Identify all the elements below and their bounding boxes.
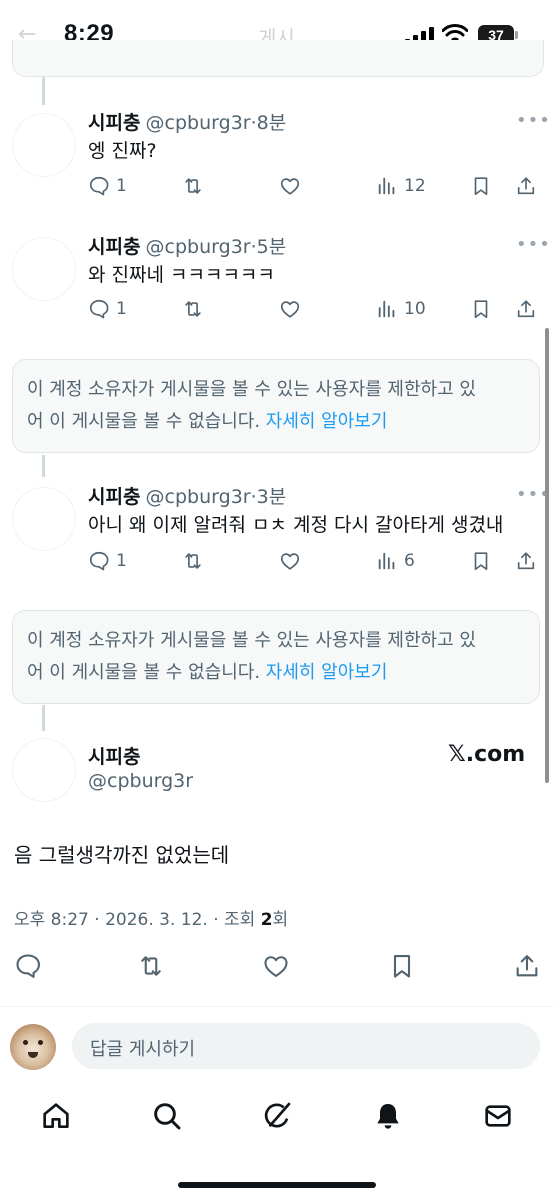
home-indicator[interactable] — [178, 1182, 376, 1188]
messages-icon[interactable] — [482, 1100, 514, 1132]
like-button[interactable] — [279, 175, 301, 197]
divider — [0, 1006, 554, 1007]
avatar[interactable] — [12, 487, 76, 551]
reply-text: 아니 왜 이제 알려줘 ㅁㅊ 계정 다시 갈아타게 생겼내 — [88, 514, 504, 536]
share-button[interactable] — [515, 175, 537, 197]
reply-header: 시피충 @cpburg3r·5분 — [88, 236, 287, 258]
retweet-icon[interactable] — [137, 952, 165, 980]
search-icon[interactable] — [151, 1100, 183, 1132]
avatar[interactable] — [12, 113, 76, 177]
share-icon — [517, 177, 535, 195]
display-name[interactable]: 시피충 — [88, 742, 140, 769]
scrollbar[interactable] — [545, 328, 549, 783]
views-icon — [378, 177, 395, 195]
reply-count: 1 — [116, 299, 127, 319]
retweet-button[interactable] — [182, 175, 204, 197]
bookmark-icon — [474, 300, 488, 319]
display-name[interactable]: 시피충 — [88, 112, 140, 134]
more-options-icon[interactable]: ••• — [516, 110, 551, 131]
learn-more-link[interactable]: 자세히 알아보기 — [266, 411, 388, 432]
display-name[interactable]: 시피충 — [88, 486, 140, 508]
bookmark-icon[interactable] — [388, 952, 416, 980]
user-handle[interactable]: @cpburg3r — [146, 486, 251, 508]
views-count: 12 — [404, 176, 426, 196]
reply-text: 엥 진짜? — [88, 140, 157, 162]
views-button[interactable]: 6 — [376, 550, 415, 572]
battery-tip — [515, 31, 518, 39]
retweet-icon — [185, 178, 201, 194]
reply-icon — [89, 176, 109, 196]
reply-count: 1 — [116, 551, 127, 571]
bookmark-button[interactable] — [470, 550, 492, 572]
thread-line — [42, 705, 45, 731]
views-icon — [378, 300, 395, 318]
heart-icon — [280, 178, 300, 195]
reply-button[interactable]: 1 — [88, 175, 127, 197]
heart-icon — [280, 553, 300, 570]
learn-more-link[interactable]: 자세히 알아보기 — [266, 662, 388, 683]
views-count: 10 — [404, 299, 426, 319]
post-text: 음 그럴생각까진 없었는데 — [14, 843, 230, 867]
thread-line — [42, 77, 45, 105]
reply-icon — [89, 299, 109, 319]
share-icon — [517, 300, 535, 318]
share-icon — [517, 552, 535, 570]
user-handle[interactable]: @cpburg3r — [88, 770, 193, 792]
retweet-button[interactable] — [182, 298, 204, 320]
restricted-post-notice: 이 계정 소유자가 게시물을 볼 수 있는 사용자를 제한하고 있어 이 게시물… — [12, 610, 540, 704]
bookmark-button[interactable] — [470, 298, 492, 320]
post-time: 5분 — [256, 236, 287, 258]
reply-icon — [89, 551, 109, 571]
avatar[interactable] — [12, 738, 76, 802]
reply-text: 와 진짜네 ㅋㅋㅋㅋㅋㅋ — [88, 264, 275, 286]
views-count: 6 — [404, 551, 415, 571]
like-button[interactable] — [279, 550, 301, 572]
heart-icon — [280, 301, 300, 318]
display-name[interactable]: 시피충 — [88, 236, 140, 258]
reply-button[interactable]: 1 — [88, 298, 127, 320]
grok-icon[interactable] — [261, 1100, 293, 1132]
retweet-icon — [185, 301, 201, 317]
share-button[interactable] — [515, 550, 537, 572]
reply-placeholder: 답글 게시하기 — [90, 1039, 196, 1060]
more-options-icon[interactable]: ••• — [516, 234, 551, 255]
user-handle[interactable]: @cpburg3r — [146, 112, 251, 134]
post-views: 2 — [260, 910, 273, 930]
notifications-icon[interactable] — [372, 1100, 404, 1132]
source-label[interactable]: 𝕏.com — [448, 742, 525, 767]
reply-header: 시피충 @cpburg3r·8분 — [88, 112, 287, 134]
retweet-button[interactable] — [182, 550, 204, 572]
thread-line — [42, 455, 45, 477]
views-button[interactable]: 12 — [376, 175, 426, 197]
views-button[interactable]: 10 — [376, 298, 426, 320]
bookmark-icon — [474, 177, 488, 196]
like-button[interactable] — [279, 298, 301, 320]
user-avatar[interactable] — [10, 1024, 56, 1070]
bookmark-icon — [474, 552, 488, 571]
share-icon[interactable] — [513, 952, 541, 980]
restricted-post-notice: 이 계정 소유자가 게시물을 볼 수 있는 사용자를 제한하고 있어 이 게시물… — [12, 359, 540, 453]
post-timestamp: 오후 8:27 · 2026. 3. 12. · 조회 — [14, 910, 261, 930]
previous-post-card — [12, 40, 544, 77]
heart-icon[interactable] — [262, 952, 290, 980]
reply-header: 시피충 @cpburg3r·3분 — [88, 486, 287, 508]
home-icon[interactable] — [40, 1100, 72, 1132]
bookmark-button[interactable] — [470, 175, 492, 197]
reply-input[interactable]: 답글 게시하기 — [72, 1023, 540, 1069]
views-icon — [378, 552, 395, 570]
post-time: 3분 — [256, 486, 287, 508]
post-time: 8분 — [256, 112, 287, 134]
reply-button[interactable]: 1 — [88, 550, 127, 572]
post-meta: 오후 8:27 · 2026. 3. 12. · 조회 2회 — [14, 910, 289, 930]
avatar[interactable] — [12, 237, 76, 301]
retweet-icon — [185, 553, 201, 569]
user-handle[interactable]: @cpburg3r — [146, 236, 251, 258]
reply-icon[interactable] — [14, 952, 42, 980]
reply-count: 1 — [116, 176, 127, 196]
share-button[interactable] — [515, 298, 537, 320]
